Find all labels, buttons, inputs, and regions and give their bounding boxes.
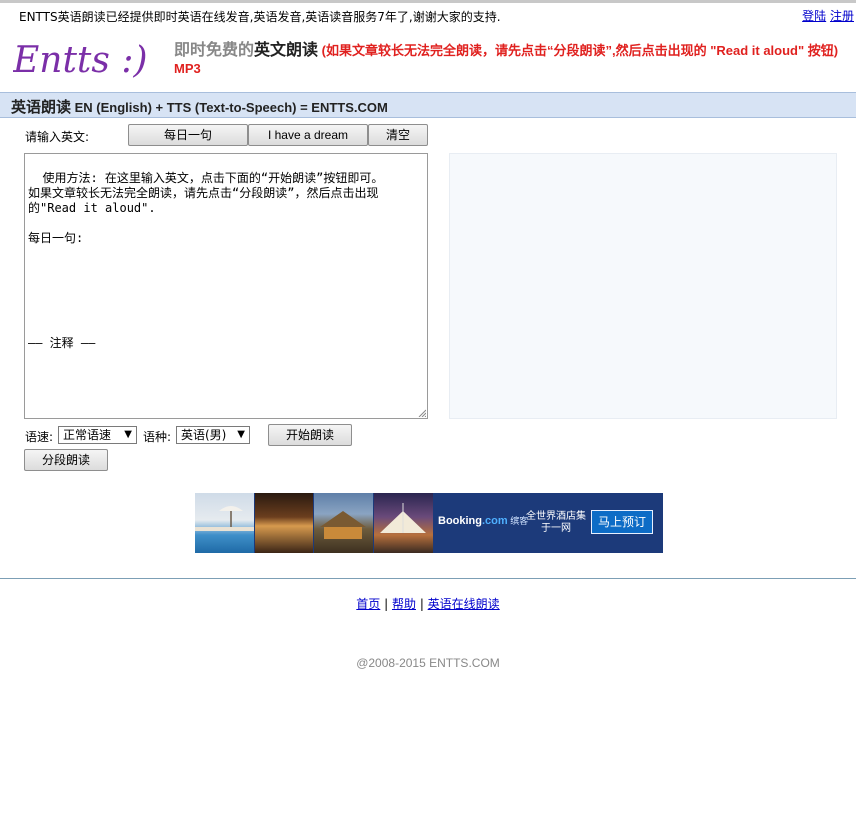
ad-photo-pool (195, 493, 254, 553)
logo-text: Entts :) (13, 40, 148, 81)
english-text-input[interactable]: 使用方法: 在这里输入英文，点击下面的“开始朗读”按钮即可。 如果文章较长无法完… (24, 153, 428, 419)
tagline-reading: 英文朗读 (254, 42, 319, 59)
tagline: 即时免费的英文朗读 (如果文章较长无法完全朗读，请先点击“分段朗读”,然后点击出… (174, 42, 854, 78)
booking-brand: Booking (438, 515, 482, 527)
entts-logo[interactable]: Entts :) (13, 38, 163, 84)
service-notice: ENTTS英语朗读已经提供即时英语在线发音,英语发音,英语读音服务7年了,谢谢大… (19, 10, 501, 24)
resize-grip-icon[interactable] (418, 409, 426, 417)
ad-photo-lodge (314, 493, 373, 553)
footer-nav: 首页 | 帮助 | 英语在线朗读 (0, 595, 856, 612)
page-title-main: 英语朗读 (11, 99, 72, 116)
umbrella-icon (195, 506, 254, 531)
footer-divider (0, 578, 856, 579)
register-link[interactable]: 注册 (830, 9, 854, 23)
text-input-content: 使用方法: 在这里输入英文，点击下面的“开始朗读”按钮即可。 如果文章较长无法完… (28, 171, 384, 350)
voice-select-value: 英语(男) (181, 428, 227, 442)
footer-separator: | (380, 597, 392, 611)
account-links: 登陆 注册 (802, 7, 854, 24)
ad-photo-tent (374, 493, 433, 553)
ad-photo-lobby (255, 493, 313, 553)
dropdown-arrow-icon: ▼ (124, 429, 132, 440)
ad-slogan: 全世界酒店集于一网 (526, 511, 586, 534)
tagline-free: 即时免费的 (174, 42, 255, 59)
booking-brand-tld: .com (482, 515, 508, 527)
footer-separator: | (416, 597, 428, 611)
speed-select[interactable]: 正常语速 ▼ (58, 426, 137, 444)
roof-icon (320, 511, 366, 539)
input-label: 请输入英文: (25, 130, 90, 144)
book-now-button[interactable]: 马上预订 (591, 510, 653, 534)
speed-select-value: 正常语速 (63, 428, 112, 442)
copyright: @2008-2015 ENTTS.COM (356, 656, 500, 670)
output-panel (449, 153, 837, 419)
daily-sentence-button[interactable]: 每日一句 (128, 124, 248, 146)
segment-reading-button[interactable]: 分段朗读 (24, 449, 108, 471)
booking-ad-banner[interactable]: Booking.com 缤客 全世界酒店集于一网 马上预订 (195, 493, 663, 553)
voice-label: 语种: (143, 430, 172, 444)
page-title: 英语朗读 EN (English) + TTS (Text-to-Speech)… (11, 96, 388, 117)
title-bar: 英语朗读 EN (English) + TTS (Text-to-Speech)… (0, 92, 856, 118)
page-title-subtitle: EN (English) + TTS (Text-to-Speech) = EN… (71, 100, 388, 115)
speed-label: 语速: (25, 430, 54, 444)
start-reading-button[interactable]: 开始朗读 (268, 424, 352, 446)
footer-link-home[interactable]: 首页 (356, 597, 380, 611)
login-link[interactable]: 登陆 (802, 9, 826, 23)
voice-select[interactable]: 英语(男) ▼ (176, 426, 250, 444)
booking-logo: Booking.com 缤客 (438, 514, 528, 527)
clear-button[interactable]: 清空 (368, 124, 428, 146)
footer-link-help[interactable]: 帮助 (392, 597, 416, 611)
i-have-a-dream-button[interactable]: I have a dream (248, 124, 368, 146)
footer-link-online-reading[interactable]: 英语在线朗读 (428, 597, 500, 611)
tent-icon (380, 503, 426, 533)
dropdown-arrow-icon: ▼ (237, 429, 245, 440)
top-border (0, 0, 856, 3)
